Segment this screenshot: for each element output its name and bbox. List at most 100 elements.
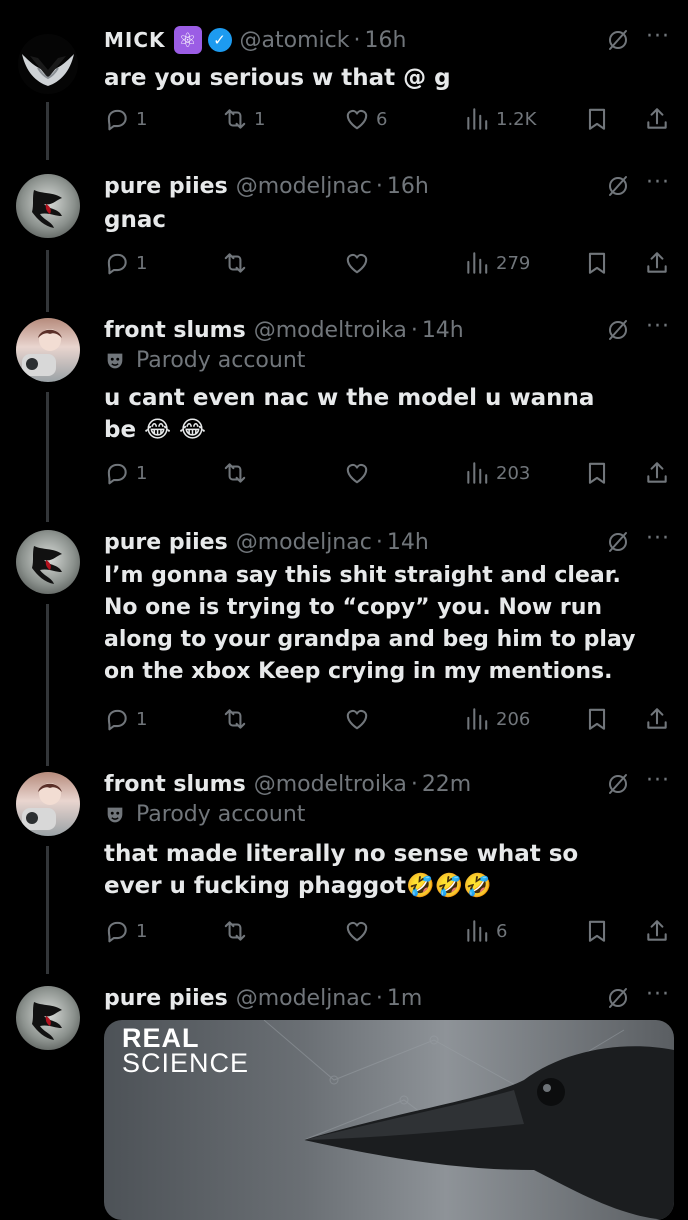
retweet-button[interactable] xyxy=(222,246,254,280)
timestamp[interactable]: 1m xyxy=(387,986,422,1011)
grok-icon[interactable] xyxy=(606,986,630,1010)
grok-icon[interactable] xyxy=(606,174,630,198)
avatar[interactable] xyxy=(16,986,80,1050)
like-button[interactable] xyxy=(344,702,376,736)
views-button[interactable]: 203 xyxy=(464,456,530,490)
share-icon xyxy=(644,250,670,276)
views-button[interactable]: 279 xyxy=(464,246,530,280)
tweet-media-image[interactable]: REAL SCIENCE xyxy=(104,1020,674,1220)
views-button[interactable]: 206 xyxy=(464,702,530,736)
avatar[interactable] xyxy=(16,772,80,836)
reply-button[interactable]: 1 xyxy=(104,456,147,490)
display-name[interactable]: front slums xyxy=(104,318,246,343)
grok-icon[interactable] xyxy=(606,28,630,52)
handle[interactable]: @modeltroika xyxy=(254,318,407,343)
bookmark-button[interactable] xyxy=(584,246,610,280)
theater-mask-icon xyxy=(104,804,126,826)
display-name[interactable]: pure piies xyxy=(104,986,228,1011)
timestamp[interactable]: 22m xyxy=(422,772,471,797)
display-name[interactable]: pure piies xyxy=(104,530,228,555)
more-icon[interactable]: ··· xyxy=(646,314,670,339)
like-button[interactable] xyxy=(344,456,376,490)
share-button[interactable] xyxy=(644,102,670,136)
parody-label: Parody account xyxy=(104,348,305,373)
heart-icon xyxy=(344,106,370,132)
bookmark-icon xyxy=(584,250,610,276)
bookmark-button[interactable] xyxy=(584,914,610,948)
parody-label: Parody account xyxy=(104,802,305,827)
retweet-button[interactable] xyxy=(222,914,254,948)
separator: · xyxy=(375,529,383,555)
share-button[interactable] xyxy=(644,702,670,736)
tweet[interactable]: front slums @modeltroika · 14h ··· Parod… xyxy=(0,310,688,500)
handle[interactable]: @modeljnac xyxy=(236,174,372,199)
display-name[interactable]: pure piies xyxy=(104,174,228,199)
retweet-button[interactable]: 1 xyxy=(222,102,265,136)
views-button[interactable]: 6 xyxy=(464,914,507,948)
timestamp[interactable]: 14h xyxy=(422,318,464,343)
reply-button[interactable]: 1 xyxy=(104,914,147,948)
grok-icon[interactable] xyxy=(606,530,630,554)
handle[interactable]: @modeljnac xyxy=(236,986,372,1011)
bookmark-button[interactable] xyxy=(584,702,610,736)
share-button[interactable] xyxy=(644,914,670,948)
tweet[interactable]: front slums @modeltroika · 22m ··· Parod… xyxy=(0,764,688,964)
more-icon[interactable]: ··· xyxy=(646,24,670,49)
avatar[interactable] xyxy=(16,174,80,238)
grok-icon[interactable] xyxy=(606,318,630,342)
avatar[interactable] xyxy=(16,32,80,96)
more-icon[interactable]: ··· xyxy=(646,526,670,551)
display-name[interactable]: MICK xyxy=(104,28,166,52)
share-icon xyxy=(644,918,670,944)
tweet-actions: 1 206 xyxy=(104,702,670,736)
more-icon[interactable]: ··· xyxy=(646,768,670,793)
share-icon xyxy=(644,460,670,486)
like-button[interactable] xyxy=(344,246,376,280)
atom-emoji-badge: ⚛ xyxy=(173,26,202,54)
reply-button[interactable]: 1 xyxy=(104,102,147,136)
bookmark-button[interactable] xyxy=(584,102,610,136)
theater-mask-icon xyxy=(104,350,126,372)
more-icon[interactable]: ··· xyxy=(646,982,670,1007)
avatar-image xyxy=(32,190,62,228)
tweet[interactable]: MICK ⚛ ✓ @atomick · 16h ··· are you seri… xyxy=(0,20,688,140)
retweet-button[interactable] xyxy=(222,702,254,736)
reply-icon xyxy=(104,918,130,944)
handle[interactable]: @atomick xyxy=(240,28,350,53)
views-icon xyxy=(464,706,490,732)
avatar[interactable] xyxy=(16,530,80,594)
grok-icon[interactable] xyxy=(606,772,630,796)
like-button[interactable] xyxy=(344,914,376,948)
handle[interactable]: @modeljnac xyxy=(236,530,372,555)
views-icon xyxy=(464,918,490,944)
bookmark-button[interactable] xyxy=(584,456,610,490)
separator: · xyxy=(410,771,418,797)
retweet-button[interactable] xyxy=(222,456,254,490)
retweet-icon xyxy=(222,250,248,276)
timestamp[interactable]: 14h xyxy=(387,530,429,555)
reply-icon xyxy=(104,460,130,486)
share-button[interactable] xyxy=(644,246,670,280)
share-button[interactable] xyxy=(644,456,670,490)
tweet-actions: 1 1 6 1.2K xyxy=(104,102,670,136)
timestamp[interactable]: 16h xyxy=(364,28,406,53)
reply-button[interactable]: 1 xyxy=(104,246,147,280)
display-name[interactable]: front slums xyxy=(104,772,246,797)
reply-button[interactable]: 1 xyxy=(104,702,147,736)
tweet-text: are you serious w that @ g xyxy=(104,65,451,91)
views-button[interactable]: 1.2K xyxy=(464,102,536,136)
share-icon xyxy=(644,106,670,132)
share-icon xyxy=(644,706,670,732)
reply-icon xyxy=(104,250,130,276)
avatar[interactable] xyxy=(16,318,80,382)
tweet-header: pure piies @modeljnac · 1m xyxy=(104,978,422,1018)
more-icon[interactable]: ··· xyxy=(646,170,670,195)
tweet-text: I’m gonna say this shit straight and cle… xyxy=(104,563,636,684)
tweet-text: that made literally no sense what so eve… xyxy=(104,841,579,899)
like-button[interactable]: 6 xyxy=(344,102,387,136)
media-title: REAL SCIENCE xyxy=(122,1025,249,1077)
tweet[interactable]: pure piies @modeljnac · 16h ··· gnac 1 2… xyxy=(0,166,688,286)
handle[interactable]: @modeltroika xyxy=(254,772,407,797)
timestamp[interactable]: 16h xyxy=(387,174,429,199)
tweet[interactable]: pure piies @modeljnac · 14h ··· I’m gonn… xyxy=(0,522,688,752)
